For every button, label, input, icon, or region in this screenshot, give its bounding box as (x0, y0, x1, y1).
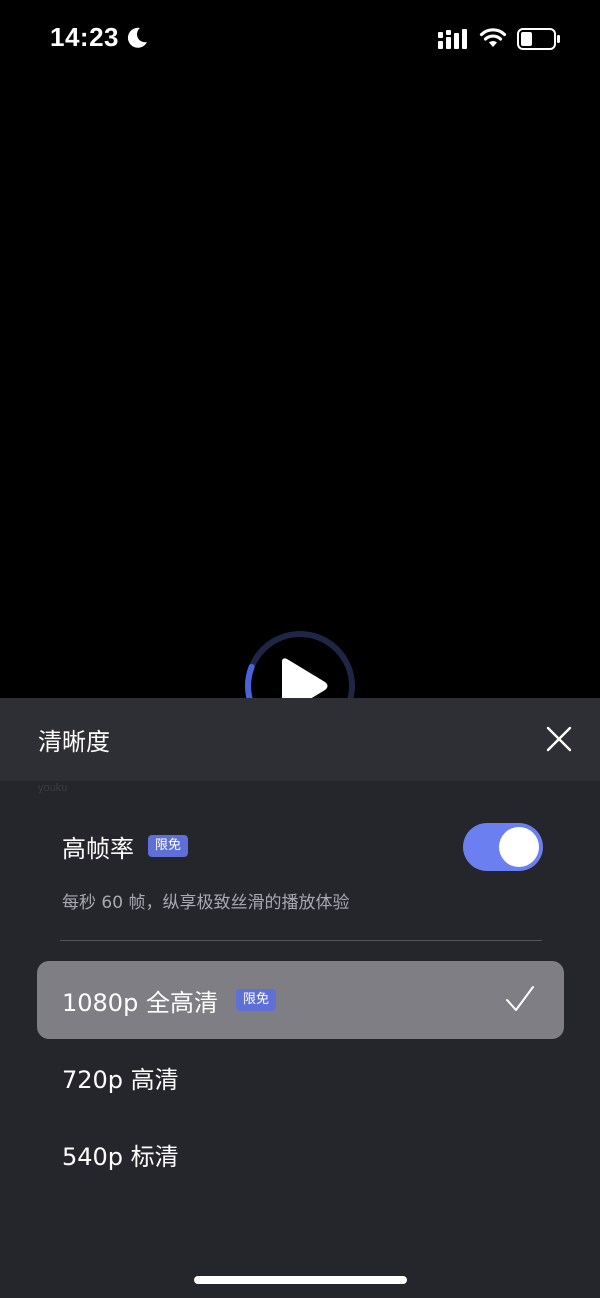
sheet-header: 清晰度 (0, 698, 600, 781)
option-label: 540p 标清 (62, 1142, 179, 1171)
screen: 14:23 清晰度 youku 高帧率 限免 每秒 60 帧，纵享极致丝滑的播放… (0, 0, 600, 1298)
status-bar: 14:23 (0, 0, 600, 80)
high-frame-rate-row: 高帧率 限免 (62, 828, 189, 864)
watermark: youku (38, 782, 68, 794)
resolution-sheet: 清晰度 youku 高帧率 限免 每秒 60 帧，纵享极致丝滑的播放体验 108… (0, 698, 600, 1298)
close-icon[interactable] (540, 720, 578, 758)
resolution-option-540p[interactable]: 540p 标清 (37, 1115, 564, 1193)
option-label: 720p 高清 (62, 1065, 179, 1094)
wifi-icon (479, 28, 507, 47)
divider (60, 940, 542, 941)
option-label: 1080p 全高清 (62, 988, 218, 1017)
home-indicator[interactable] (194, 1276, 407, 1284)
high-frame-rate-description: 每秒 60 帧，纵享极致丝滑的播放体验 (62, 893, 350, 913)
checkmark-icon (506, 986, 534, 1011)
cellular-signal-icon (438, 29, 467, 49)
sheet-title: 清晰度 (38, 728, 110, 756)
high-frame-rate-toggle[interactable] (463, 823, 543, 871)
free-badge: 限免 (148, 835, 189, 857)
video-player[interactable] (0, 80, 600, 700)
moon-icon (127, 27, 147, 48)
free-badge: 限免 (235, 989, 276, 1011)
resolution-option-1080p[interactable]: 1080p 全高清 限免 (37, 961, 564, 1039)
high-frame-rate-label: 高帧率 (62, 834, 134, 863)
status-time: 14:23 (50, 22, 119, 52)
battery-icon (517, 28, 560, 50)
toggle-knob (499, 827, 539, 867)
resolution-option-720p[interactable]: 720p 高清 (37, 1038, 564, 1116)
